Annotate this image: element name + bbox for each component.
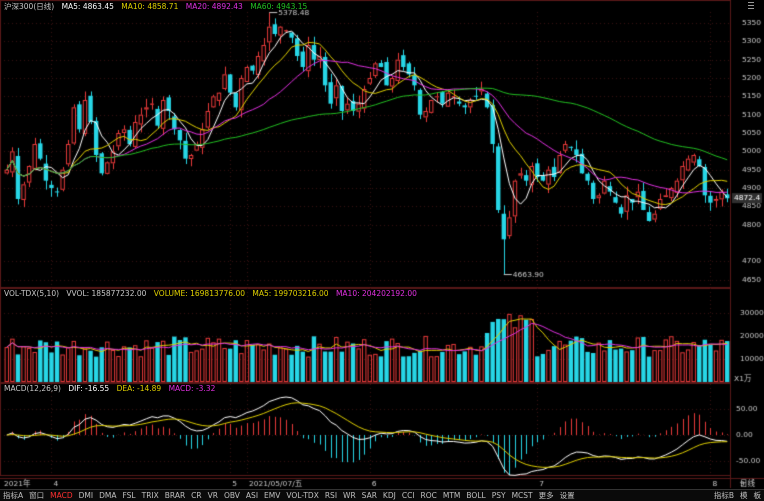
toolbar-item-12[interactable]: EMV xyxy=(261,490,283,501)
toolbar-item-4[interactable]: DMA xyxy=(96,490,119,501)
toolbar-item-23[interactable]: MCST xyxy=(509,490,536,501)
toolbar-item-5[interactable]: FSL xyxy=(119,490,138,501)
dif-value: DIF: -16.55 xyxy=(68,384,109,393)
toolbar-item-11[interactable]: ASI xyxy=(243,490,261,501)
toolbar-item-25[interactable]: 设置 xyxy=(557,490,578,501)
volume-value: VOLUME: 169813776.00 xyxy=(154,289,245,298)
toolbar-item-19[interactable]: ROC xyxy=(418,490,440,501)
volume-indicator-name: VOL-TDX(5,10) xyxy=(4,289,59,298)
volume-ma10-value: MA10: 204202192.00 xyxy=(336,289,417,298)
toolbar-item-22[interactable]: PSY xyxy=(489,490,509,501)
toolbar-item-9[interactable]: VR xyxy=(205,490,221,501)
toolbar-item-6[interactable]: TRIX xyxy=(139,490,162,501)
macd-indicator-name: MACD(12,26,9) xyxy=(4,384,61,393)
vvol-value: VVOL: 185877232.00 xyxy=(66,289,146,298)
toolbar-item-16[interactable]: SAR xyxy=(359,490,380,501)
toolbar-item-8[interactable]: CR xyxy=(188,490,204,501)
toolbar-item-1[interactable]: 窗口 xyxy=(26,490,47,501)
toolbar-item-13[interactable]: VOL-TDX xyxy=(283,490,321,501)
volume-panel-info: VOL-TDX(5,10) VVOL: 185877232.00 VOLUME:… xyxy=(4,288,422,299)
macd-panel-info: MACD(12,26,9) DIF: -16.55 DEA: -14.89 MA… xyxy=(4,383,220,394)
toolbar-item-2[interactable]: MACD xyxy=(47,490,75,501)
ma60-value: MA60: 4943.15 xyxy=(250,2,307,11)
toolbar-item-0[interactable]: 指标A xyxy=(0,490,26,501)
toolbar-item-3[interactable]: DMI xyxy=(76,490,96,501)
price-panel-info: 沪深300(日线) MA5: 4863.45 MA10: 4858.71 MA2… xyxy=(4,1,312,12)
ma10-value: MA10: 4858.71 xyxy=(121,2,178,11)
dea-value: DEA: -14.89 xyxy=(117,384,162,393)
toolbar-item-24[interactable]: 更多 xyxy=(536,490,557,501)
toolbar-item-10[interactable]: OBV xyxy=(221,490,243,501)
toolbar-right-item-2[interactable]: 板 xyxy=(751,490,764,501)
toolbar-item-20[interactable]: MTM xyxy=(440,490,464,501)
toolbar-item-17[interactable]: KDJ xyxy=(380,490,399,501)
ma5-value: MA5: 4863.45 xyxy=(62,2,114,11)
toolbar-item-21[interactable]: BOLL xyxy=(463,490,488,501)
toolbar-item-14[interactable]: RSI xyxy=(322,490,340,501)
ma20-value: MA20: 4892.43 xyxy=(186,2,243,11)
toolbar-right-item-0[interactable]: 指标B xyxy=(711,490,737,501)
toolbar-item-15[interactable]: WR xyxy=(340,490,359,501)
toolbar-right-item-1[interactable]: 模 xyxy=(737,490,751,501)
toolbar-item-7[interactable]: BRAR xyxy=(162,490,188,501)
stock-chart-canvas[interactable] xyxy=(0,0,764,500)
menu-icon[interactable] xyxy=(748,2,754,10)
volume-ma5-value: MA5: 199703216.00 xyxy=(252,289,328,298)
indicator-toolbar: 指标A窗口MACDDMIDMAFSLTRIXBRARCRVROBVASIEMVV… xyxy=(0,489,764,501)
toolbar-item-18[interactable]: CCI xyxy=(399,490,418,501)
macd-value: MACD: -3.32 xyxy=(169,384,216,393)
index-name: 沪深300(日线) xyxy=(4,2,54,11)
